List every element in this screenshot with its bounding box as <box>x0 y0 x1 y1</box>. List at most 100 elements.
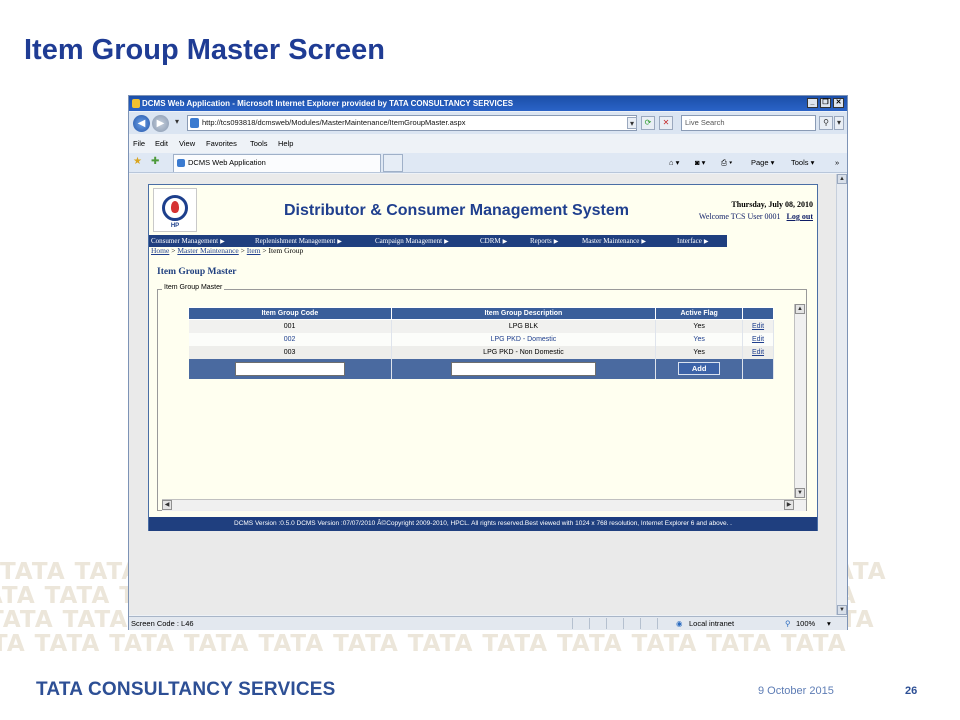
app-footer: DCMS Version :0.5.0 DCMS Version :07/07/… <box>149 517 817 531</box>
menu-view[interactable]: View <box>179 136 195 151</box>
search-input[interactable]: Live Search <box>681 115 816 131</box>
status-divider <box>589 618 601 629</box>
menu-favorites[interactable]: Favorites <box>206 136 237 151</box>
table-row: 003 LPG PKD - Non Domestic Yes Edit <box>188 345 774 359</box>
page-scroll-down-icon[interactable]: ▼ <box>837 605 847 615</box>
cell-code: 003 <box>188 345 392 359</box>
add-favorites-icon[interactable]: ✚ <box>151 156 159 167</box>
menu-edit[interactable]: Edit <box>155 136 168 151</box>
history-dropdown-icon[interactable]: ▾ <box>170 116 184 130</box>
status-divider <box>657 618 669 629</box>
page-menu-label: Page <box>751 158 769 167</box>
minimize-button[interactable]: _ <box>807 98 818 108</box>
breadcrumb-home[interactable]: Home <box>151 246 169 255</box>
logo-text: HP <box>170 223 180 229</box>
page-scroll-up-icon[interactable]: ▲ <box>837 174 847 184</box>
scroll-down-icon[interactable]: ▼ <box>795 488 805 498</box>
item-group-table: Item Group Code Item Group Description A… <box>188 307 774 379</box>
edit-link[interactable]: Edit <box>742 319 774 333</box>
fieldset-vertical-scrollbar[interactable]: ▲ ▼ <box>794 304 806 498</box>
intranet-zone-icon: ◉ <box>676 619 683 628</box>
add-button[interactable]: Add <box>678 362 721 375</box>
add-row: Add <box>188 358 774 379</box>
table-row: 001 LPG BLK Yes Edit <box>188 319 774 333</box>
app-title: Distributor & Consumer Management System <box>284 202 629 219</box>
command-bar: ⌂ ▾ ◙ ▾ ⎙ ▾ Page ▾ Tools ▾ » <box>669 153 847 173</box>
menu-tools[interactable]: Tools <box>250 136 268 151</box>
breadcrumb-separator: > <box>171 246 176 255</box>
edit-link[interactable]: Edit <box>742 345 774 359</box>
page-menu[interactable]: Page ▾ <box>751 153 774 173</box>
search-icon[interactable]: ⚲ <box>819 116 833 130</box>
window-controls: _ ❐ ✕ <box>807 98 844 108</box>
status-divider <box>623 618 635 629</box>
column-header-active-flag: Active Flag <box>655 307 744 320</box>
status-divider <box>572 618 584 629</box>
add-empty-cell <box>742 358 774 379</box>
address-toolbar: ◀ ▶ ▾ http://tcs093818/dcmsweb/Modules/M… <box>129 112 847 134</box>
page-content: HP Distributor & Consumer Management Sys… <box>129 174 836 615</box>
slide-date: 9 October 2015 <box>758 685 834 697</box>
stop-icon[interactable]: ✕ <box>659 116 673 130</box>
dcms-app: HP Distributor & Consumer Management Sys… <box>148 184 818 531</box>
hp-logo: HP <box>153 188 197 232</box>
zoom-dropdown-icon[interactable]: ▾ <box>827 617 831 630</box>
welcome-text: Welcome TCS User 0001 Log out <box>699 212 813 221</box>
slide-number: 26 <box>905 685 918 697</box>
app-header: HP Distributor & Consumer Management Sys… <box>149 185 817 235</box>
home-icon[interactable]: ⌂ ▾ <box>669 153 679 173</box>
menu-file[interactable]: File <box>133 136 145 151</box>
back-button[interactable]: ◀ <box>133 115 150 132</box>
tools-menu[interactable]: Tools ▾ <box>791 153 814 173</box>
search-options-icon[interactable]: ▾ <box>834 116 844 130</box>
breadcrumb-current: Item Group <box>268 246 304 255</box>
zoom-level[interactable]: 100% <box>796 617 815 630</box>
menu-help[interactable]: Help <box>278 136 293 151</box>
breadcrumb-master-maintenance[interactable]: Master Maintenance <box>177 246 238 255</box>
security-zone: Local intranet <box>689 619 735 628</box>
page-icon <box>190 118 199 128</box>
feeds-icon[interactable]: ◙ ▾ <box>695 153 705 173</box>
column-header-action <box>742 307 774 320</box>
add-button-cell: Add <box>655 358 744 379</box>
scroll-left-icon[interactable]: ◀ <box>162 500 172 510</box>
page-vertical-scrollbar[interactable]: ▲ ▼ <box>836 174 847 615</box>
scroll-up-icon[interactable]: ▲ <box>795 304 805 314</box>
browser-tab[interactable]: DCMS Web Application <box>173 154 381 172</box>
nav-master-maintenance[interactable]: Master Maintenance <box>582 235 646 248</box>
scroll-right-icon[interactable]: ▶ <box>784 500 794 510</box>
refresh-icon[interactable]: ⟳ <box>641 116 655 130</box>
page-title: Item Group Master <box>157 267 237 277</box>
chevron-more-icon[interactable]: » <box>835 153 839 173</box>
favorites-star-icon[interactable]: ★ <box>133 156 142 167</box>
new-code-input[interactable] <box>234 361 345 376</box>
zoom-icon[interactable]: ⚲ <box>785 617 791 630</box>
new-tab-button[interactable] <box>383 154 403 172</box>
forward-button[interactable]: ▶ <box>152 115 169 132</box>
tab-label: DCMS Web Application <box>188 158 266 167</box>
logout-link[interactable]: Log out <box>787 212 813 221</box>
nav-interface[interactable]: Interface <box>677 235 709 248</box>
fieldset-horizontal-scrollbar[interactable]: ◀ ▶ <box>162 499 806 511</box>
restore-button[interactable]: ❐ <box>820 98 831 108</box>
address-url: http://tcs093818/dcmsweb/Modules/MasterM… <box>202 118 466 127</box>
ie-app-icon <box>132 99 140 108</box>
address-dropdown-icon[interactable]: ▾ <box>627 117 637 129</box>
breadcrumb-separator: > <box>240 246 245 255</box>
address-bar[interactable]: http://tcs093818/dcmsweb/Modules/MasterM… <box>187 115 637 131</box>
status-text: Screen Code : L46 <box>131 619 194 628</box>
cell-code: 002 <box>188 332 392 346</box>
cell-code: 001 <box>188 319 392 333</box>
browser-window: DCMS Web Application - Microsoft Interne… <box>128 95 848 630</box>
print-icon[interactable]: ⎙ ▾ <box>721 153 732 173</box>
item-group-fieldset: Item Group Master Item Group Code Item G… <box>157 284 807 511</box>
nav-reports[interactable]: Reports <box>530 235 558 248</box>
cell-description: LPG PKD - Non Domestic <box>391 345 657 359</box>
nav-campaign-management[interactable]: Campaign Management <box>375 235 449 248</box>
new-description-input[interactable] <box>450 361 596 376</box>
nav-cdrm[interactable]: CDRM <box>480 235 507 248</box>
close-window-button[interactable]: ✕ <box>833 98 844 108</box>
table-row: 002 LPG PKD - Domestic Yes Edit <box>188 332 774 346</box>
edit-link[interactable]: Edit <box>742 332 774 346</box>
breadcrumb-item[interactable]: Item <box>247 246 261 255</box>
